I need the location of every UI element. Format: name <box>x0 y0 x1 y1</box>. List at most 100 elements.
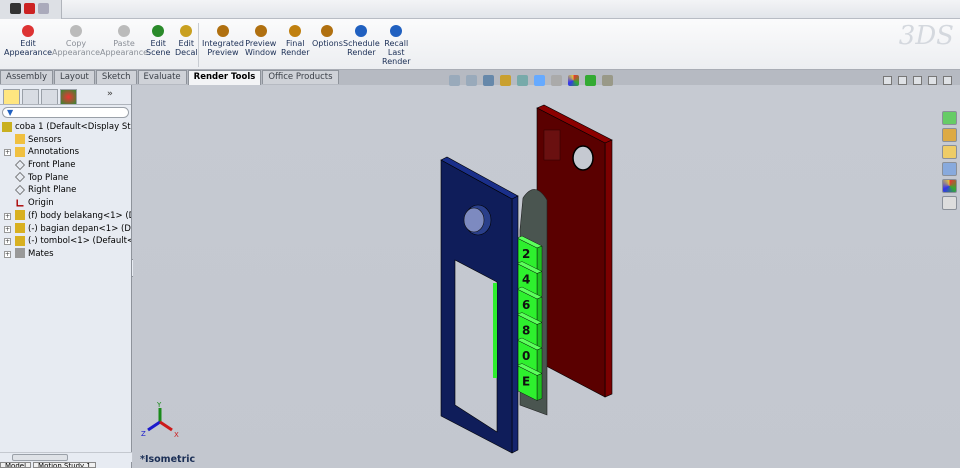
button-label: Edit <box>178 39 195 48</box>
axis-x-label: X <box>174 431 179 439</box>
button-label: Options <box>312 39 343 48</box>
expand-chevron-icon[interactable]: » <box>107 89 113 104</box>
ribbon: 3DS Edit Appearance Copy Appearance Paste App… <box>0 19 960 70</box>
view-name-label: *Isometric <box>140 454 196 465</box>
property-manager-tab-icon[interactable] <box>22 89 39 104</box>
final-render-button[interactable]: Final Render <box>281 25 309 57</box>
camera-icon[interactable] <box>10 3 21 14</box>
back-plate <box>536 104 613 398</box>
integrated-preview-icon <box>216 25 229 37</box>
copy-appearance-button[interactable]: Copy Appearance <box>52 25 100 57</box>
button-label: Appearance <box>52 48 101 57</box>
plane-icon <box>15 172 25 183</box>
paste-appearance-button[interactable]: Paste Appearance <box>100 25 148 57</box>
configuration-manager-tab-icon[interactable] <box>41 89 58 104</box>
expand-toggle[interactable]: + <box>4 212 11 220</box>
split-view2-icon[interactable] <box>898 76 907 85</box>
tree-item[interactable]: + (-) tombol<1> (Default<<D <box>0 235 131 248</box>
tree-root[interactable]: coba 1 (Default<Display State- <box>0 121 131 134</box>
integrated-preview-button[interactable]: Integrated Preview <box>202 25 244 57</box>
part-icon <box>15 210 25 221</box>
feature-manager-tab-icon[interactable] <box>3 89 20 104</box>
tab-render-tools[interactable]: Render Tools <box>187 70 262 85</box>
tree-item-label: Right Plane <box>28 185 77 196</box>
tree-item-label: (f) body belakang<1> (Default <box>28 210 131 221</box>
tab-layout[interactable]: Layout <box>53 70 95 84</box>
tree-item-label: Sensors <box>28 134 62 145</box>
filter-icon: ▼ <box>7 108 14 117</box>
expand-toggle[interactable]: + <box>4 225 11 233</box>
tree-item-label: (-) tombol<1> (Default<<D <box>28 236 131 247</box>
schedule-render-button[interactable]: Schedule Render <box>343 25 380 57</box>
recall-render-button[interactable]: Recall Last Render <box>382 25 410 66</box>
options-button[interactable]: Options <box>312 25 343 48</box>
appearance-icon <box>22 25 35 37</box>
preview-window-button[interactable]: Preview Window <box>245 25 277 57</box>
expand-toggle[interactable]: + <box>4 250 11 258</box>
button-label: Copy <box>65 39 87 48</box>
expand-toggle[interactable]: + <box>4 238 11 246</box>
ds-logo: 3DS <box>898 21 954 51</box>
tree-item[interactable]: Right Plane <box>0 184 131 197</box>
tree-item[interactable]: Origin <box>0 197 131 210</box>
button-label: Recall <box>384 39 409 48</box>
button-label: Last <box>387 48 405 57</box>
tree-item-label: Mates <box>28 248 54 259</box>
tab-office-products[interactable]: Office Products <box>262 70 339 84</box>
tab-model[interactable]: Model <box>0 462 32 468</box>
annotations-icon <box>15 146 25 157</box>
record-icon[interactable] <box>24 3 35 14</box>
button-label: Final <box>286 39 305 48</box>
model-3d: 2 4 6 8 0 E Y Z X <box>141 104 613 454</box>
schedule-render-icon <box>355 25 368 37</box>
button-label: Render <box>347 48 376 57</box>
decal-button[interactable]: Edit Decal <box>175 25 198 57</box>
feature-tree: coba 1 (Default<Display State- Sensors + A… <box>0 120 131 261</box>
scroll-thumb[interactable] <box>12 454 68 461</box>
title-bar <box>0 0 960 19</box>
copy-appearance-icon <box>70 25 83 37</box>
horizontal-scrollbar[interactable] <box>0 452 132 462</box>
tree-item-label: Origin <box>28 198 54 209</box>
tree-item[interactable]: + Mates <box>0 248 131 261</box>
tree-item[interactable]: Sensors <box>0 134 131 147</box>
button-label: Decal <box>175 48 198 57</box>
key-label: 6 <box>522 298 530 312</box>
print-icon[interactable] <box>38 3 49 14</box>
tree-item[interactable]: + (f) body belakang<1> (Default <box>0 210 131 223</box>
scene-button[interactable]: Edit Scene <box>146 25 170 57</box>
display-manager-tab-icon[interactable] <box>60 89 77 104</box>
tree-item-label: Top Plane <box>28 172 69 183</box>
window-controls <box>883 76 952 85</box>
split-view-icon[interactable] <box>883 76 892 85</box>
part-icon <box>15 235 25 246</box>
expand-toggle[interactable]: + <box>4 149 11 157</box>
tab-motion-study[interactable]: Motion Study 1 <box>33 462 96 468</box>
decal-icon <box>180 25 193 37</box>
tab-assembly[interactable]: Assembly <box>0 70 53 84</box>
restore-icon[interactable] <box>928 76 937 85</box>
preview-window-icon <box>254 25 267 37</box>
appearance-button[interactable]: Edit Appearance <box>4 25 52 57</box>
minimize-icon[interactable] <box>913 76 922 85</box>
origin-icon <box>16 199 24 207</box>
tab-evaluate[interactable]: Evaluate <box>137 70 187 84</box>
tree-item[interactable]: Front Plane <box>0 159 131 172</box>
graphics-area[interactable]: 2 4 6 8 0 E Y Z X *Isometric <box>133 75 960 468</box>
tree-item[interactable]: + (-) bagian depan<1> (Default <box>0 223 131 236</box>
mates-icon <box>15 248 25 259</box>
recall-render-icon <box>390 25 403 37</box>
button-label: Edit <box>150 39 166 48</box>
tree-item-label: Annotations <box>28 147 80 158</box>
button-label: Integrated <box>202 39 244 48</box>
options-icon <box>321 25 334 37</box>
button-label: Schedule <box>343 39 380 48</box>
key-label: 8 <box>522 324 530 338</box>
key-label: 4 <box>522 273 530 287</box>
tree-item[interactable]: Top Plane <box>0 172 131 185</box>
tab-sketch[interactable]: Sketch <box>95 70 137 84</box>
close-icon[interactable] <box>943 76 952 85</box>
tree-item[interactable]: + Annotations <box>0 146 131 159</box>
button-label: Render <box>281 48 310 57</box>
filter-input[interactable]: ▼ <box>2 107 129 118</box>
